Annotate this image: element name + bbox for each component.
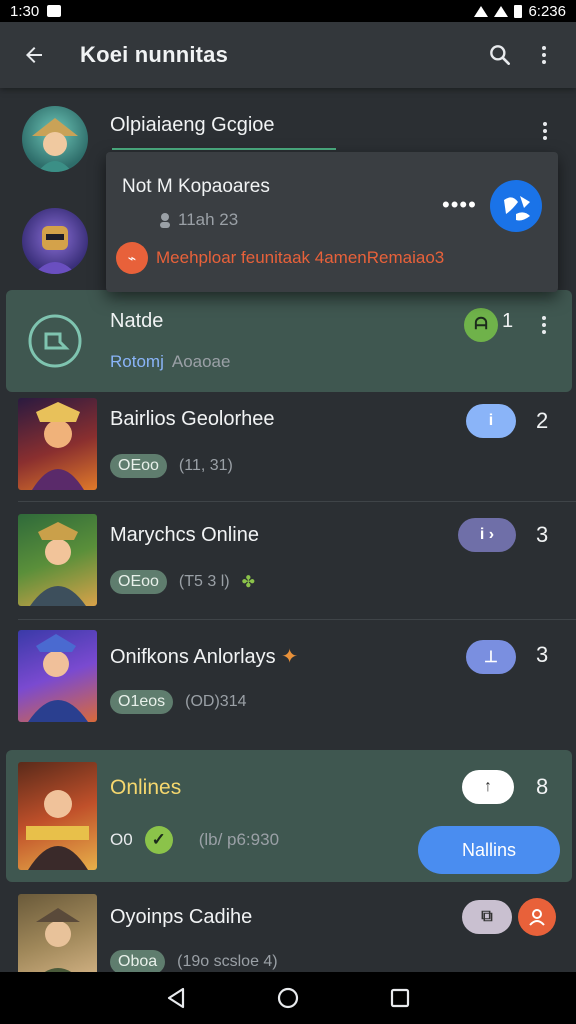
status-pill: O1eos xyxy=(110,690,174,714)
system-nav-bar xyxy=(0,972,576,1024)
check-icon: ✓ xyxy=(144,826,173,854)
typing-dots: •••• xyxy=(442,192,477,217)
list-item-title: Bairlios Geolorhee xyxy=(110,408,275,430)
list-item-meta: O0 ✓ (lb/ p6:930 xyxy=(110,826,279,854)
status-pill: OEoo xyxy=(110,570,167,594)
info-badge: ⊥ xyxy=(466,640,516,674)
info-badge: i › xyxy=(458,518,516,552)
list-item[interactable]: Marychcs Online OEoo (T5 3 l) ✤ i › 3 xyxy=(0,508,576,620)
list-item-title: Onifkons Anlorlays ✦ xyxy=(110,646,298,668)
profile-fab[interactable] xyxy=(518,898,556,936)
count-label: 3 xyxy=(536,642,549,667)
avatar xyxy=(22,208,88,274)
flame-icon: ✦ xyxy=(281,646,298,668)
list-item[interactable]: Onifkons Anlorlays ✦ O1eos (OD)314 ⊥ 3 xyxy=(0,624,576,744)
chat-bubble-icon xyxy=(24,310,86,372)
action-button[interactable]: Nallins xyxy=(418,826,560,874)
count-label: 1 xyxy=(502,310,514,332)
avatar xyxy=(22,106,88,172)
list-item-subtitle: Rotomj Aoaoae xyxy=(110,352,231,371)
status-time: 1:30 xyxy=(10,2,40,20)
game-thumbnail xyxy=(18,894,97,972)
notification-icon xyxy=(47,5,62,17)
nav-recents-button[interactable] xyxy=(378,976,422,1020)
more-vert-icon xyxy=(542,316,546,334)
list-item-title: Onlines xyxy=(110,776,182,799)
notification-popup[interactable]: Not M Kopaoares 11ah 23 •••• ⌁ Meehploar… xyxy=(106,152,558,292)
game-thumbnail xyxy=(18,630,97,722)
popup-time: 11ah 23 xyxy=(158,210,238,230)
list-item-title: Olpiaiaeng Gcgioe xyxy=(110,114,275,136)
nav-back-button[interactable] xyxy=(154,976,198,1020)
popup-avatar-button[interactable] xyxy=(490,180,542,232)
status-pill: OEoo xyxy=(110,454,167,478)
circle-home-icon xyxy=(277,987,299,1009)
game-thumbnail xyxy=(18,398,97,490)
popup-link[interactable]: ⌁ Meehploar feunitaak 4amenRemaiao3 xyxy=(116,242,444,274)
reply-icon: ⌁ xyxy=(116,242,148,274)
arrow-back-icon xyxy=(26,47,42,63)
game-thumbnail xyxy=(18,762,97,870)
list-item[interactable]: Oyoinps Cadihe Oboa (19o scsloe 4) ⧉ xyxy=(0,886,576,972)
count-label: 2 xyxy=(536,408,549,433)
progress-bar xyxy=(112,148,336,150)
game-thumbnail xyxy=(18,514,97,606)
info-badge: ↑ xyxy=(462,770,514,804)
nav-home-button[interactable] xyxy=(266,976,310,1020)
item-menu-button[interactable] xyxy=(532,310,556,340)
wifi-icon xyxy=(474,5,489,17)
count-label: 3 xyxy=(536,522,549,547)
list-item-meta: O1eos (OD)314 xyxy=(110,690,247,714)
battery-icon xyxy=(514,4,523,18)
status-right-text: 6:236 xyxy=(528,2,566,20)
search-button[interactable] xyxy=(478,33,522,77)
list-item-title: Oyoinps Cadihe xyxy=(110,906,253,928)
square-recents-icon xyxy=(390,988,410,1008)
list-item-meta: OEoo (T5 3 l) ✤ xyxy=(110,570,255,594)
list-item-title: Natde xyxy=(110,310,164,332)
selected-list-item[interactable]: Onlines O0 ✓ (lb/ p6:930 ↑ 8 Nallins xyxy=(6,750,572,882)
list-item[interactable]: Bairlios Geolorhee OEoo (11, 31) i 2 xyxy=(0,394,576,502)
back-button[interactable] xyxy=(12,33,56,77)
app-bar: Koei nunnitas xyxy=(0,22,576,88)
list-item-meta: OEoo (11, 31) xyxy=(110,454,233,478)
list-item-meta: Oboa (19o scsloe 4) xyxy=(110,950,278,972)
status-bar: 1:30 6:236 xyxy=(0,0,576,22)
status-badge: ᗩ xyxy=(464,308,498,342)
status-pill: Oboa xyxy=(110,950,166,972)
selected-list-item[interactable]: Natde Rotomj Aoaoae ᗩ 1 xyxy=(6,290,572,392)
more-options-button[interactable] xyxy=(522,33,566,77)
triangle-back-icon xyxy=(167,987,185,1009)
search-icon xyxy=(490,45,510,65)
person-icon xyxy=(529,909,545,926)
list-item-title: Marychcs Online xyxy=(110,524,259,546)
copy-badge: ⧉ xyxy=(462,900,512,934)
person-icon xyxy=(160,213,170,228)
signal-icon xyxy=(494,5,509,17)
globe-icon xyxy=(492,182,540,230)
count-label: 8 xyxy=(536,774,549,799)
more-vert-icon xyxy=(542,46,546,64)
info-badge: i xyxy=(466,404,516,438)
clover-icon: ✤ xyxy=(241,574,255,591)
popup-title: Not M Kopaoares xyxy=(122,176,270,197)
item-menu-button[interactable] xyxy=(530,116,560,146)
more-vert-icon xyxy=(543,122,547,140)
page-title: Koei nunnitas xyxy=(80,42,229,67)
